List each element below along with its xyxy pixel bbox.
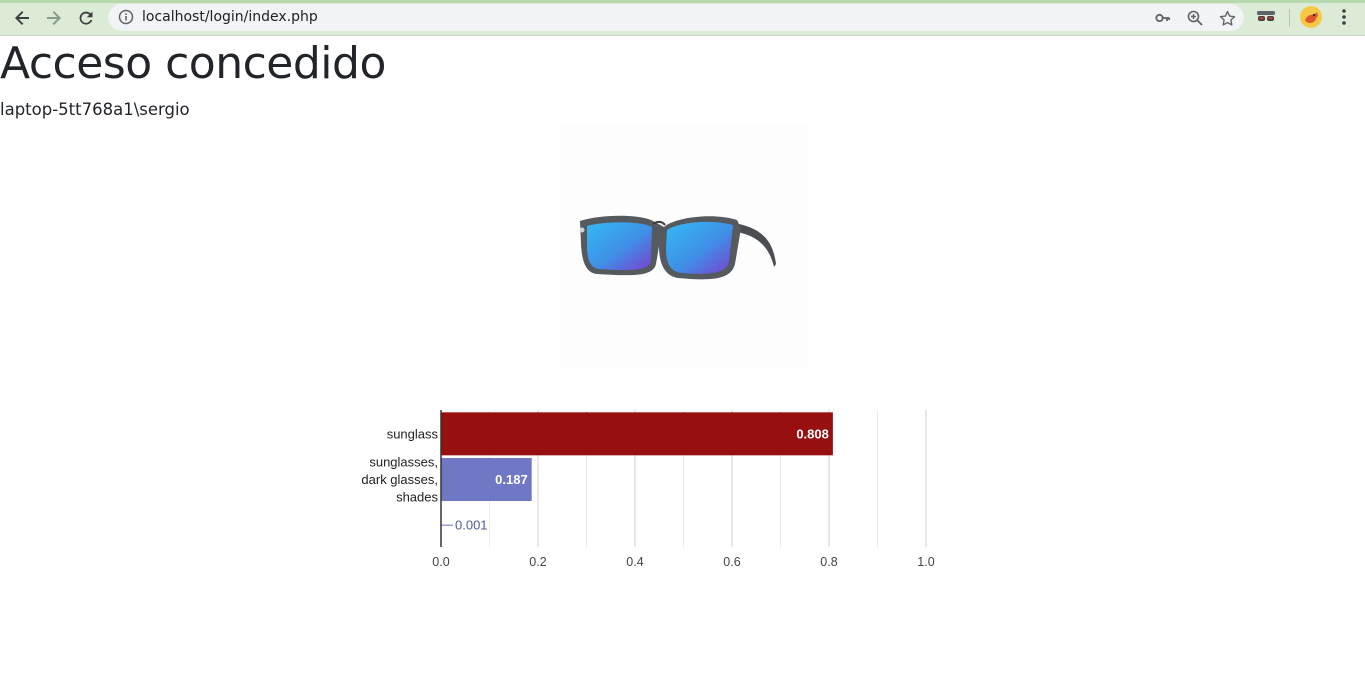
- classification-bar-chart: 0.808 sunglass 0.187 sunglasses, dark glasse…: [361, 410, 935, 569]
- sunglasses-image: [561, 124, 808, 368]
- category-label: shades: [396, 490, 438, 505]
- url-text[interactable]: localhost/login/index.php: [142, 9, 318, 25]
- x-tick-label: 0.6: [723, 555, 740, 569]
- classification-chart: 0.808 sunglass 0.187 sunglasses, dark glasse…: [355, 400, 975, 580]
- value-label-0: 0.808: [796, 426, 829, 441]
- star-icon[interactable]: [1217, 8, 1237, 28]
- incognito-extension-icon[interactable]: [1254, 5, 1278, 29]
- back-arrow-icon[interactable]: [9, 5, 35, 31]
- x-tick-label: 0.2: [529, 555, 546, 569]
- zoom-icon[interactable]: [1185, 8, 1205, 28]
- x-tick-label: 1.0: [917, 555, 934, 569]
- toolbar-separator: [1289, 9, 1290, 27]
- profile-avatar-icon[interactable]: [1299, 5, 1323, 29]
- reload-icon[interactable]: [73, 5, 99, 31]
- browser-toolbar: localhost/login/index.php: [0, 0, 1365, 36]
- username-text: laptop-5tt768a1\sergio: [0, 100, 190, 119]
- value-label-2: 0.001: [455, 518, 488, 533]
- info-icon[interactable]: [118, 9, 134, 30]
- category-label: sunglass: [387, 426, 439, 441]
- window-top-edge: [0, 0, 1365, 3]
- more-menu-icon[interactable]: [1332, 5, 1356, 29]
- x-tick-label: 0.4: [626, 555, 643, 569]
- address-bar[interactable]: localhost/login/index.php: [108, 4, 1244, 31]
- forward-arrow-icon[interactable]: [41, 5, 67, 31]
- page-title: Acceso concedido: [0, 38, 386, 89]
- bar-0: [441, 412, 833, 456]
- key-icon[interactable]: [1153, 8, 1173, 28]
- category-label: dark glasses,: [361, 472, 438, 487]
- value-label-1: 0.187: [495, 472, 528, 487]
- x-tick-label: 0.8: [820, 555, 837, 569]
- x-tick-label: 0.0: [432, 555, 449, 569]
- category-label: sunglasses,: [369, 455, 438, 470]
